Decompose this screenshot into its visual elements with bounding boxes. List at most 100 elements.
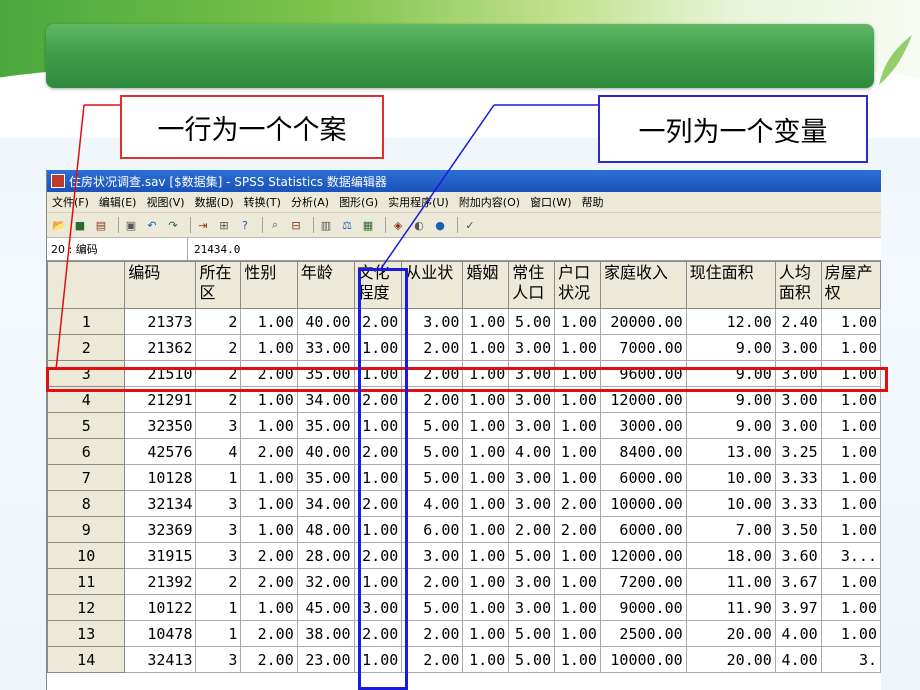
data-cell[interactable]: 3.33 xyxy=(774,464,822,491)
data-cell[interactable]: 2 xyxy=(195,334,242,361)
data-cell[interactable]: 1.00 xyxy=(462,620,510,647)
data-cell[interactable]: 2.00 xyxy=(554,490,601,517)
data-cell[interactable]: 1.00 xyxy=(554,646,601,673)
data-cell[interactable]: 12.00 xyxy=(685,308,776,335)
data-cell[interactable]: 1.00 xyxy=(554,568,601,595)
data-cell[interactable]: 1.00 xyxy=(554,360,601,387)
column-header[interactable]: 年龄 xyxy=(296,261,355,309)
undo-icon[interactable]: ↶ xyxy=(144,217,160,233)
data-cell[interactable]: 2 xyxy=(195,386,242,413)
data-cell[interactable]: 2.40 xyxy=(774,308,822,335)
menu-item[interactable]: 附加内容(O) xyxy=(454,194,525,210)
data-cell[interactable]: 3.33 xyxy=(774,490,822,517)
data-cell[interactable]: 1.00 xyxy=(462,568,510,595)
data-cell[interactable]: 1.00 xyxy=(820,412,881,439)
data-cell[interactable]: 1.00 xyxy=(462,542,510,569)
data-cell[interactable]: 1.00 xyxy=(240,516,298,543)
row-number[interactable]: 1 xyxy=(47,308,126,335)
data-cell[interactable]: 3.00 xyxy=(774,360,822,387)
data-cell[interactable]: 10128 xyxy=(124,464,197,491)
data-cell[interactable]: 2.00 xyxy=(240,620,298,647)
data-cell[interactable]: 2 xyxy=(195,360,242,387)
data-cell[interactable]: 3.00 xyxy=(774,386,822,413)
data-cell[interactable]: 2.00 xyxy=(508,516,556,543)
data-cell[interactable]: 1 xyxy=(195,594,242,621)
data-cell[interactable]: 1.00 xyxy=(820,308,881,335)
data-cell[interactable]: 1 xyxy=(195,464,242,491)
data-cell[interactable]: 10000.00 xyxy=(599,490,687,517)
data-cell[interactable]: 2.00 xyxy=(240,568,298,595)
data-cell[interactable]: 20000.00 xyxy=(599,308,687,335)
data-cell[interactable]: 4 xyxy=(195,438,242,465)
data-cell[interactable]: 1.00 xyxy=(554,438,601,465)
data-cell[interactable]: 35.00 xyxy=(296,360,355,387)
data-cell[interactable]: 1.00 xyxy=(353,360,403,387)
data-cell[interactable]: 40.00 xyxy=(296,308,355,335)
data-cell[interactable]: 11.00 xyxy=(685,568,776,595)
data-cell[interactable]: 1.00 xyxy=(820,620,881,647)
data-cell[interactable]: 3 xyxy=(195,490,242,517)
data-cell[interactable]: 32350 xyxy=(124,412,197,439)
data-cell[interactable]: 2.00 xyxy=(240,360,298,387)
data-cell[interactable]: 32369 xyxy=(124,516,197,543)
data-cell[interactable]: 1.00 xyxy=(554,334,601,361)
data-cell[interactable]: 11.90 xyxy=(685,594,776,621)
data-cell[interactable]: 3.97 xyxy=(774,594,822,621)
data-cell[interactable]: 1.00 xyxy=(820,516,881,543)
data-cell[interactable]: 1.00 xyxy=(462,412,510,439)
column-header[interactable]: 编码 xyxy=(124,261,197,309)
row-number[interactable]: 7 xyxy=(47,464,126,491)
data-cell[interactable]: 3.00 xyxy=(401,542,464,569)
data-cell[interactable]: 7.00 xyxy=(685,516,776,543)
data-cell[interactable]: 1.00 xyxy=(462,490,510,517)
column-header[interactable]: 家庭收入 xyxy=(599,261,687,309)
data-cell[interactable]: 3 xyxy=(195,542,242,569)
row-number[interactable]: 10 xyxy=(47,542,126,569)
data-cell[interactable]: 48.00 xyxy=(296,516,355,543)
column-header[interactable]: 性别 xyxy=(240,261,298,309)
data-cell[interactable]: 3. xyxy=(820,646,881,673)
row-number[interactable]: 5 xyxy=(47,412,126,439)
data-cell[interactable]: 3.00 xyxy=(508,334,556,361)
column-header[interactable]: 现住面积 xyxy=(685,261,776,309)
data-cell[interactable]: 2.00 xyxy=(401,360,464,387)
goto-case-icon[interactable]: ⇥ xyxy=(195,217,211,233)
value-labels-icon[interactable]: ◈ xyxy=(390,217,406,233)
row-number[interactable]: 12 xyxy=(47,594,126,621)
select-cases-icon[interactable]: ▦ xyxy=(360,217,376,233)
data-cell[interactable]: 10000.00 xyxy=(599,646,687,673)
data-cell[interactable]: 5.00 xyxy=(401,438,464,465)
data-cell[interactable]: 1.00 xyxy=(240,386,298,413)
data-cell[interactable]: 3.60 xyxy=(774,542,822,569)
data-cell[interactable]: 1.00 xyxy=(554,542,601,569)
data-cell[interactable]: 1.00 xyxy=(353,646,403,673)
row-number[interactable]: 11 xyxy=(47,568,126,595)
menu-item[interactable]: 转换(T) xyxy=(239,194,286,210)
data-cell[interactable]: 1.00 xyxy=(240,594,298,621)
open-icon[interactable]: 📂 xyxy=(51,217,67,233)
row-number[interactable]: 4 xyxy=(47,386,126,413)
menu-item[interactable]: 帮助 xyxy=(577,194,609,210)
menu-item[interactable]: 编辑(E) xyxy=(94,194,142,210)
data-cell[interactable]: 3.00 xyxy=(401,308,464,335)
data-cell[interactable]: 21362 xyxy=(124,334,197,361)
redo-icon[interactable]: ↷ xyxy=(165,217,181,233)
data-cell[interactable]: 1.00 xyxy=(462,360,510,387)
data-cell[interactable]: 1.00 xyxy=(353,516,403,543)
data-cell[interactable]: 35.00 xyxy=(296,412,355,439)
data-cell[interactable]: 6000.00 xyxy=(599,516,687,543)
data-cell[interactable]: 2.00 xyxy=(240,646,298,673)
data-cell[interactable]: 3.00 xyxy=(508,594,556,621)
data-cell[interactable]: 35.00 xyxy=(296,464,355,491)
data-cell[interactable]: 3.25 xyxy=(774,438,822,465)
menu-item[interactable]: 分析(A) xyxy=(286,194,334,210)
data-cell[interactable]: 6.00 xyxy=(401,516,464,543)
column-header[interactable]: 文化程度 xyxy=(353,261,403,309)
data-cell[interactable]: 2500.00 xyxy=(599,620,687,647)
data-cell[interactable]: 2.00 xyxy=(353,386,403,413)
data-cell[interactable]: 3 xyxy=(195,412,242,439)
data-cell[interactable]: 3.00 xyxy=(353,594,403,621)
data-cell[interactable]: 1.00 xyxy=(353,334,403,361)
data-cell[interactable]: 40.00 xyxy=(296,438,355,465)
data-cell[interactable]: 10478 xyxy=(124,620,197,647)
